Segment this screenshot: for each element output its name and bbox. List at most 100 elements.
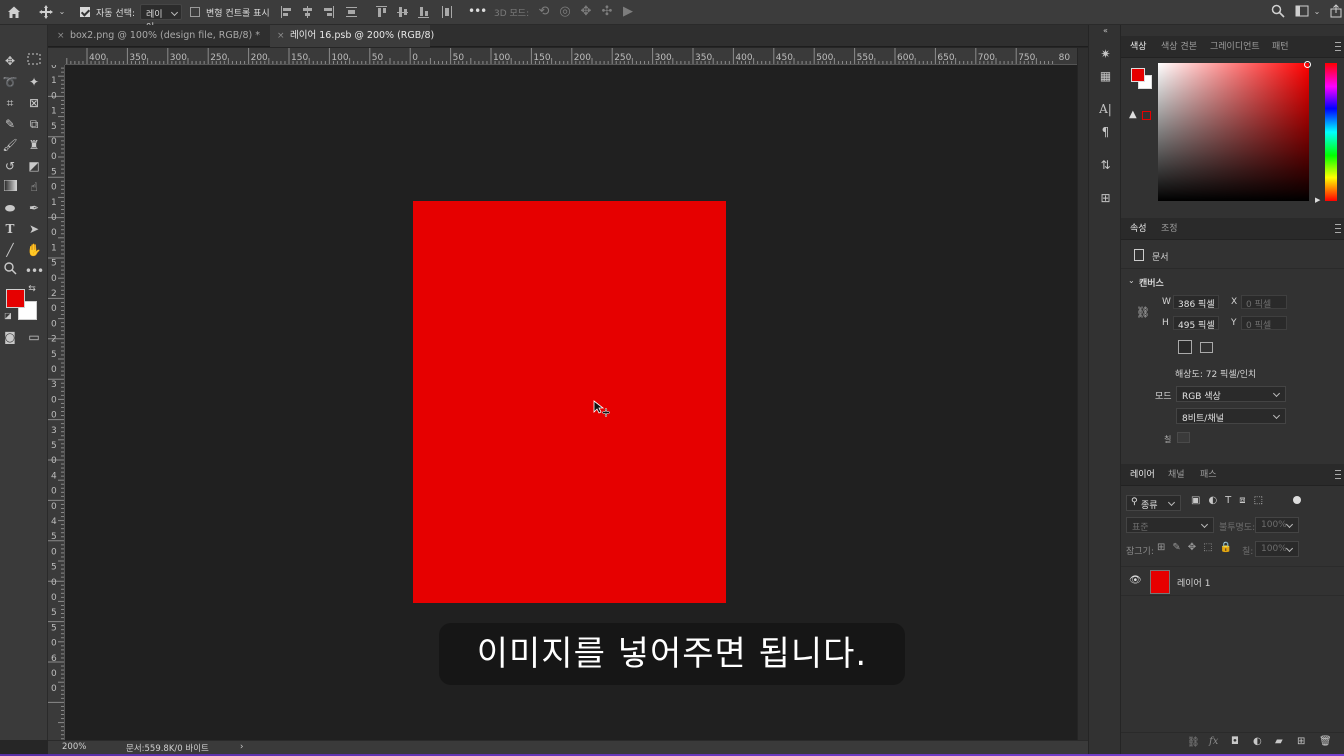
tab-patterns[interactable]: 패턴 xyxy=(1272,36,1289,58)
link-icon[interactable]: ⛓ xyxy=(1136,306,1150,319)
libraries-icon[interactable]: ⊞ xyxy=(1097,190,1114,207)
workspace-chevron-icon[interactable]: ⌄ xyxy=(1312,4,1322,20)
close-tab-icon[interactable]: × xyxy=(277,25,285,47)
screen-mode-icon[interactable]: ▭ xyxy=(24,328,44,347)
link-layers-icon[interactable]: ⛓ xyxy=(1187,737,1200,748)
chevron-down-icon[interactable]: ⌄ xyxy=(1128,276,1135,285)
new-layer-icon[interactable]: ⊞ xyxy=(1297,736,1305,747)
stamp-tool-icon[interactable]: ♜ xyxy=(24,136,44,155)
gamut-color-chip[interactable] xyxy=(1142,111,1151,120)
foreground-color-swatch[interactable] xyxy=(6,289,25,308)
3d-slide-icon[interactable]: ✣ xyxy=(599,4,615,20)
canvas-x-input[interactable]: 0 픽셀 xyxy=(1241,295,1287,310)
distribute-horizontal-icon[interactable] xyxy=(346,6,357,18)
collapse-panels-icon[interactable]: « xyxy=(1097,27,1114,35)
tab-adjustments[interactable]: 조정 xyxy=(1161,218,1178,240)
align-right-icon[interactable] xyxy=(323,6,334,18)
portrait-orientation-icon[interactable] xyxy=(1178,340,1192,354)
move-tool-icon[interactable] xyxy=(38,4,54,20)
vertical-ruler[interactable]: 0 1 0 1 5 0 0 5 0 1 0 0 1 5 0 2 0 0 2 5 0 3 0 0 3 5 0 4 0 0 4 5 0 5 0 0 5 5 0 6… xyxy=(48,48,65,740)
layer-row[interactable]: 👁 레이어 1 xyxy=(1121,566,1344,596)
align-bottom-icon[interactable] xyxy=(418,6,429,18)
dodge-tool-icon[interactable]: ⬬ xyxy=(0,199,20,218)
bit-depth-dropdown[interactable]: 8비트/채널 xyxy=(1176,408,1286,424)
frame-tool-icon[interactable]: ⊠ xyxy=(24,94,44,113)
3d-pan-icon[interactable]: ✥ xyxy=(578,4,594,20)
type-tool-icon[interactable]: T xyxy=(0,220,20,239)
history-brush-tool-icon[interactable]: ↺ xyxy=(0,157,20,176)
hue-slider[interactable] xyxy=(1325,63,1337,201)
crop-tool-icon[interactable]: ⌗ xyxy=(0,94,20,113)
color-picker-handle[interactable] xyxy=(1304,61,1311,68)
panel-menu-icon[interactable] xyxy=(1335,224,1341,233)
quick-mask-icon[interactable]: ◙ xyxy=(0,328,20,347)
gradient-tool-icon[interactable] xyxy=(0,178,20,197)
healing-brush-tool-icon[interactable]: ⧉ xyxy=(24,115,44,134)
new-group-icon[interactable]: ▰ xyxy=(1275,736,1283,747)
swap-colors-icon[interactable]: ⇆ xyxy=(26,283,38,295)
filter-toggle-icon[interactable] xyxy=(1293,496,1301,504)
tab-swatches[interactable]: 색상 견본 xyxy=(1161,36,1197,58)
more-tools-icon[interactable]: ••• xyxy=(24,262,44,281)
default-colors-icon[interactable]: ◪ xyxy=(3,311,13,321)
align-left-icon[interactable] xyxy=(281,6,292,18)
tab-gradients[interactable]: 그레이디언트 xyxy=(1210,36,1260,58)
canvas-height-input[interactable]: 495 픽셀 xyxy=(1173,316,1219,331)
chevron-down-icon[interactable]: ⌄ xyxy=(58,4,66,20)
ruler-origin[interactable] xyxy=(48,48,65,65)
tab-layer16[interactable]: × 레이어 16.psb @ 200% (RGB/8) xyxy=(270,25,434,47)
layer-filter-dropdown[interactable]: ⚲ 종류 xyxy=(1126,495,1181,511)
panel-menu-icon[interactable] xyxy=(1335,42,1341,51)
paragraph-icon[interactable]: ¶ xyxy=(1097,124,1114,141)
more-options-button[interactable]: ••• xyxy=(468,4,487,18)
tab-properties[interactable]: 속성 xyxy=(1130,218,1147,240)
workspace-icon[interactable] xyxy=(1294,4,1310,20)
histogram-icon[interactable]: ▦ xyxy=(1097,68,1114,85)
hue-slider-marker[interactable]: ▶ xyxy=(1315,196,1320,204)
tab-paths[interactable]: 패스 xyxy=(1200,464,1217,486)
blend-mode-dropdown[interactable]: 표준 xyxy=(1126,517,1214,533)
3d-camera-icon[interactable]: ▶ xyxy=(620,4,636,20)
canvas-width-input[interactable]: 386 픽셀 xyxy=(1173,295,1219,310)
marquee-tool-icon[interactable] xyxy=(24,52,44,71)
3d-roll-icon[interactable]: ◎ xyxy=(557,4,573,20)
horizontal-ruler[interactable]: 400 350 300 250 200 150 100 50 0 50 100 150 200 250 30… xyxy=(65,48,1077,65)
home-icon[interactable] xyxy=(6,4,22,20)
tab-channels[interactable]: 채널 xyxy=(1168,464,1185,486)
color-field[interactable] xyxy=(1158,63,1309,201)
eye-icon[interactable]: 👁 xyxy=(1129,575,1142,586)
lasso-tool-icon[interactable]: ➰ xyxy=(0,73,20,92)
magic-wand-tool-icon[interactable]: ✦ xyxy=(24,73,44,92)
auto-select-dropdown[interactable]: 레이어 xyxy=(140,4,182,33)
tab-color[interactable]: 색상 xyxy=(1130,36,1147,58)
color-mode-dropdown[interactable]: RGB 색상 xyxy=(1176,386,1286,402)
hand-tool-icon[interactable]: ✋ xyxy=(24,241,44,260)
color-foreground-swatch[interactable] xyxy=(1131,68,1145,82)
fx-icon[interactable]: fx xyxy=(1209,736,1218,747)
layer-name[interactable]: 레이어 1 xyxy=(1177,576,1210,589)
search-icon[interactable] xyxy=(1270,4,1286,20)
auto-select-checkbox[interactable] xyxy=(80,7,90,17)
eyedropper-tool-icon[interactable]: ✎ xyxy=(0,115,20,134)
share-icon[interactable] xyxy=(1328,4,1344,20)
status-menu-arrow[interactable]: › xyxy=(240,742,243,752)
show-transform-checkbox[interactable] xyxy=(190,7,200,17)
smudge-tool-icon[interactable]: ☝ xyxy=(24,178,44,197)
move-tool-icon[interactable]: ✥ xyxy=(0,52,20,71)
canvas-fill-swatch[interactable] xyxy=(1177,432,1190,443)
lock-icons[interactable]: ⊞✎✥⬚🔒 xyxy=(1157,542,1239,553)
align-middle-icon[interactable] xyxy=(397,6,408,18)
trash-icon[interactable]: 🗑 xyxy=(1319,736,1332,747)
add-mask-icon[interactable]: ◘ xyxy=(1231,736,1239,747)
canvas-section-title[interactable]: 캔버스 xyxy=(1139,276,1164,289)
adjustment-layer-icon[interactable]: ◐ xyxy=(1253,736,1262,747)
zoom-level[interactable]: 200% xyxy=(62,742,86,752)
glyphs-icon[interactable]: ⇅ xyxy=(1097,157,1114,174)
align-center-icon[interactable] xyxy=(302,6,313,18)
line-tool-icon[interactable]: ╱ xyxy=(0,241,20,260)
tab-box2[interactable]: × box2.png @ 100% (design file, RGB/8) * xyxy=(50,25,270,47)
opacity-input[interactable]: 100% xyxy=(1255,517,1299,533)
layer-thumbnail[interactable] xyxy=(1150,570,1170,594)
tab-layers[interactable]: 레이어 xyxy=(1130,464,1155,486)
gamut-warning-icon[interactable]: ▲ xyxy=(1129,109,1137,120)
